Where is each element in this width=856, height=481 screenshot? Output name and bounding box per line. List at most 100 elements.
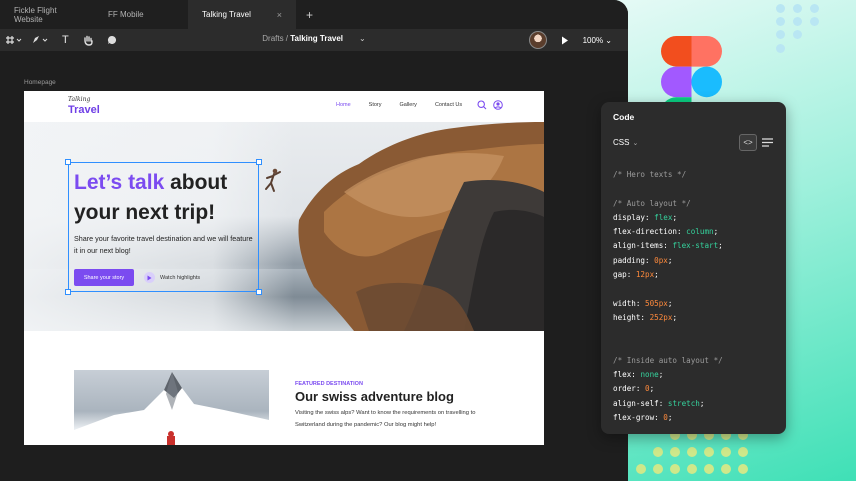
figma-window: Fickle Flight Website FF Mobile Talking … — [0, 0, 628, 481]
code-line: gap: 12px; — [613, 268, 723, 282]
resize-handle[interactable] — [65, 159, 71, 165]
code-line: /* Auto layout */ — [613, 197, 723, 211]
code-token: 505px — [645, 298, 668, 308]
decorative-dots-top — [776, 4, 836, 58]
resize-handle[interactable] — [65, 289, 71, 295]
resize-handle[interactable] — [256, 159, 262, 165]
code-line: align-self: stretch; — [613, 397, 723, 411]
logo: Travel — [68, 104, 100, 116]
code-token: flex-direction: — [613, 227, 687, 237]
nav-icons — [477, 100, 503, 110]
code-view-button[interactable]: <> — [739, 134, 757, 151]
tab-fickle-flight[interactable]: Fickle Flight Website — [0, 0, 94, 29]
nav-story[interactable]: Story — [369, 102, 382, 108]
code-token: flex — [654, 212, 673, 222]
chevron-down-icon[interactable]: ⌄ — [359, 34, 366, 43]
nav-gallery[interactable]: Gallery — [400, 102, 417, 108]
tab-bar: Fickle Flight Website FF Mobile Talking … — [0, 0, 628, 29]
nav-contact[interactable]: Contact Us — [435, 102, 462, 108]
code-token: column — [686, 227, 714, 237]
code-token: flex-start — [672, 241, 719, 251]
code-panel: Code CSS ⌄ <> /* Hero texts */ /* Auto lay… — [601, 102, 786, 434]
homepage-frame[interactable]: Talking Travel Home Story Gallery Contac… — [24, 91, 544, 445]
code-token: gap: — [613, 270, 636, 280]
add-tab-icon[interactable]: + — [306, 8, 313, 22]
chevron-down-icon: ⌄ — [632, 140, 639, 147]
close-icon[interactable]: × — [277, 10, 282, 20]
code-token: 12px — [635, 270, 655, 280]
language-select[interactable]: CSS ⌄ — [613, 138, 638, 147]
zoom-control[interactable]: 100% ⌄ — [583, 36, 612, 45]
share-story-button[interactable]: Share your story — [74, 269, 134, 286]
code-token: align-self: — [613, 398, 668, 408]
code-line: flex-grow: 0; — [613, 411, 723, 425]
watch-highlights-button[interactable]: Watch highlights — [144, 272, 200, 283]
code-line: display: flex; — [613, 211, 723, 225]
search-icon[interactable] — [477, 100, 487, 110]
code-token: 0px — [654, 255, 668, 265]
play-icon — [144, 272, 155, 283]
hero-subtitle: Share your favorite travel destination a… — [74, 234, 253, 255]
tab-talking-travel[interactable]: Talking Travel × — [188, 0, 296, 29]
code-token: ; — [654, 270, 659, 280]
code-line: width: 505px; — [613, 297, 723, 311]
code-token: stretch — [667, 398, 700, 408]
code-token: display: — [613, 212, 655, 222]
avatar[interactable] — [528, 31, 547, 49]
code-token: /* Auto layout */ — [613, 198, 691, 208]
jumper-figure — [265, 168, 281, 192]
code-line: height: 252px; — [613, 311, 723, 325]
code-block: /* Hero texts */ /* Auto layout */ display… — [613, 168, 723, 425]
watch-highlights-label: Watch highlights — [160, 274, 201, 281]
code-token: ; — [699, 398, 705, 408]
hero-title-line1: Let’s talk about — [74, 171, 227, 195]
code-token: height: — [613, 312, 650, 322]
featured-image — [74, 370, 269, 445]
tab-label: Fickle Flight Website — [14, 5, 57, 24]
nav-links: Home Story Gallery Contact Us — [336, 102, 480, 108]
code-token: 252px — [649, 312, 673, 322]
site-nav: Talking Travel Home Story Gallery Contac… — [24, 91, 544, 122]
code-line: order: 0; — [613, 382, 723, 396]
tab-ff-mobile[interactable]: FF Mobile — [94, 0, 188, 29]
hero-title-accent: Let’s talk — [74, 171, 165, 194]
featured-body: Visiting the swiss alps? Want to know th… — [295, 410, 476, 428]
code-token: ; — [718, 241, 723, 251]
code-line: flex: none; — [613, 368, 723, 382]
hero-title-rest: about — [164, 171, 228, 194]
code-token: padding: — [613, 255, 655, 265]
featured-tag: FEATURED DESTINATION — [295, 381, 363, 387]
play-icon[interactable] — [561, 36, 569, 45]
code-token: width: — [613, 298, 646, 308]
code-token: ; — [672, 212, 678, 222]
user-icon[interactable] — [493, 100, 503, 110]
decorative-dots-bottom — [636, 430, 756, 480]
resize-handle[interactable] — [256, 289, 262, 295]
nav-home[interactable]: Home — [336, 102, 351, 108]
code-token: ; — [658, 370, 664, 380]
code-token: /* Inside auto layout */ — [613, 355, 723, 365]
code-line: padding: 0px; — [613, 254, 723, 268]
code-token: flex: — [613, 370, 641, 380]
chevron-down-icon: ⌄ — [605, 35, 612, 45]
frame-label[interactable]: Homepage — [24, 79, 56, 86]
breadcrumb-folder: Drafts / — [262, 34, 291, 43]
language-label: CSS — [613, 138, 630, 147]
breadcrumb-file: Talking Travel — [290, 34, 344, 43]
code-line: /* Hero texts */ — [613, 168, 723, 182]
code-line: align-items: flex-start; — [613, 239, 723, 253]
featured-title: Our swiss adventure blog — [295, 389, 454, 404]
tab-label: FF Mobile — [108, 10, 144, 19]
toolbar-right: 100% ⌄ — [528, 31, 612, 49]
hero-title-line2: your next trip! — [74, 201, 216, 224]
code-token: align-items: — [613, 241, 673, 251]
code-token: ; — [713, 227, 719, 237]
list-view-icon[interactable] — [762, 138, 773, 147]
code-token: ; — [672, 312, 678, 322]
code-line: /* Inside auto layout */ — [613, 354, 723, 368]
code-token: flex-grow: — [613, 413, 664, 423]
code-token: ; — [667, 413, 673, 423]
